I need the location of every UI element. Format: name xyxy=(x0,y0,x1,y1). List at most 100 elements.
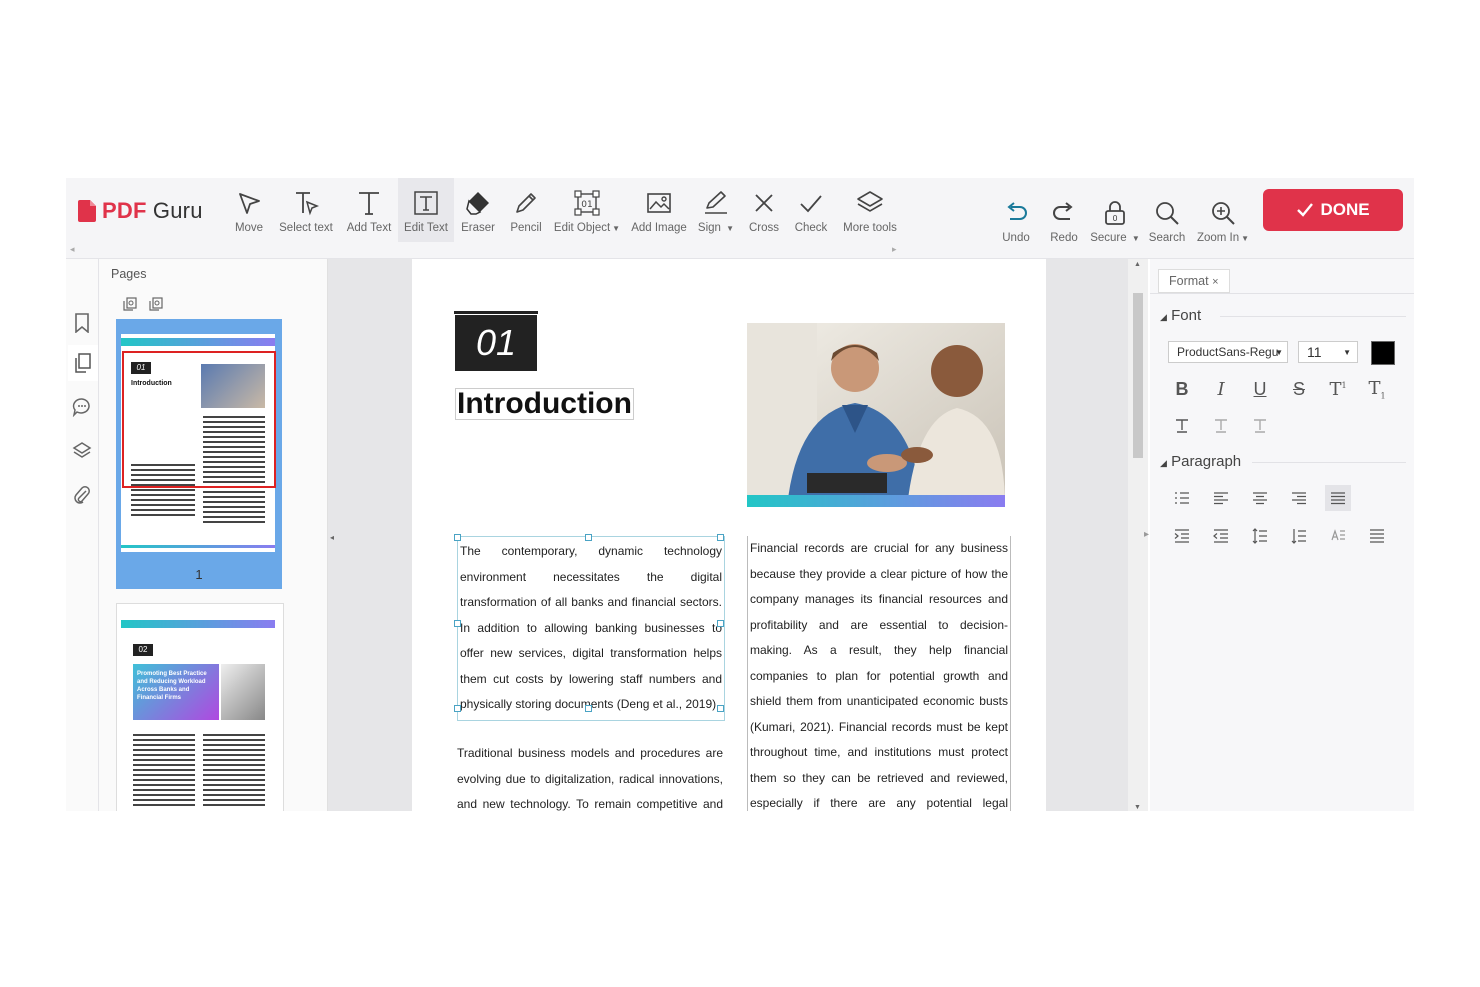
edit-text-tool[interactable]: Edit Text xyxy=(398,178,454,242)
pencil-tool[interactable]: Pencil xyxy=(506,178,546,242)
text-bottom-icon xyxy=(1254,419,1266,433)
canvas-scrollbar-thumb[interactable] xyxy=(1133,293,1143,458)
add-text-label: Add Text xyxy=(346,222,392,234)
toolbar-scroll-right-icon[interactable]: ▸ xyxy=(892,244,897,255)
underline-icon: U xyxy=(1253,378,1267,399)
add-text-tool[interactable]: Add Text xyxy=(343,178,395,242)
align-center-button[interactable] xyxy=(1247,485,1273,511)
scroll-up-icon[interactable]: ▲ xyxy=(1134,261,1141,268)
edit-object-tool[interactable]: 01 Edit Object ▼ xyxy=(552,178,622,242)
logo-guru: Guru xyxy=(152,198,203,223)
indent-decrease-button[interactable] xyxy=(1208,523,1234,549)
edit-text-icon xyxy=(414,191,438,215)
font-size-value: 11 xyxy=(1307,344,1322,360)
resize-handle[interactable] xyxy=(717,620,724,627)
character-spacing-button[interactable] xyxy=(1325,523,1351,549)
collapse-pages-icon[interactable]: ◂ xyxy=(330,533,334,542)
text-top-icon xyxy=(1215,419,1227,433)
superscript-button[interactable]: T1 xyxy=(1325,376,1351,402)
copy-page-icon[interactable] xyxy=(123,297,137,311)
resize-handle[interactable] xyxy=(454,705,461,712)
pages-icon[interactable] xyxy=(68,345,98,381)
bold-button[interactable]: B xyxy=(1169,376,1195,402)
section-number[interactable]: 01 xyxy=(454,311,538,372)
layers-icon[interactable] xyxy=(70,439,94,463)
search-label: Search xyxy=(1148,232,1186,244)
resize-handle[interactable] xyxy=(717,534,724,541)
zoom-in-button[interactable]: Zoom In ▼ xyxy=(1196,190,1250,252)
add-image-tool[interactable]: Add Image xyxy=(628,178,690,242)
toolbar-scroll-left-icon[interactable]: ◂ xyxy=(70,244,75,255)
secure-button[interactable]: 0 Secure ▼ xyxy=(1090,190,1140,252)
select-text-icon xyxy=(296,192,320,216)
font-section-label: Font xyxy=(1171,307,1202,324)
paragraph-section-title[interactable]: ◢ Paragraph xyxy=(1160,453,1241,470)
undo-icon xyxy=(1007,202,1027,220)
bold-icon: B xyxy=(1175,378,1189,399)
close-icon[interactable]: × xyxy=(1212,276,1218,288)
section-heading[interactable]: Introduction xyxy=(455,388,634,420)
subscript-button[interactable]: T1 xyxy=(1364,376,1390,402)
align-right-icon xyxy=(1292,492,1306,505)
more-tools-button[interactable]: More tools xyxy=(839,178,901,242)
pages-title: Pages xyxy=(111,267,147,281)
thumbnail-badge: 02 xyxy=(133,644,153,656)
page-thumbnail-1[interactable]: 01 Introduction 1 xyxy=(116,319,282,589)
paragraph-2[interactable]: Traditional business models and procedur… xyxy=(457,741,723,811)
search-button[interactable]: Search xyxy=(1146,190,1188,252)
strikethrough-button[interactable]: S xyxy=(1286,376,1312,402)
business-photo[interactable] xyxy=(747,323,1005,507)
format-tab[interactable]: Format × xyxy=(1158,269,1230,293)
check-tool[interactable]: Check xyxy=(792,178,830,242)
extract-page-icon[interactable] xyxy=(149,297,163,311)
sign-tool[interactable]: Sign ▼ xyxy=(694,178,738,242)
text-direction-button[interactable] xyxy=(1364,523,1390,549)
subscript-icon: T1 xyxy=(1368,377,1386,401)
image-icon xyxy=(647,193,671,213)
resize-handle[interactable] xyxy=(454,534,461,541)
resize-handle[interactable] xyxy=(585,705,592,712)
cross-tool[interactable]: Cross xyxy=(744,178,784,242)
eraser-label: Eraser xyxy=(461,222,495,234)
eraser-tool[interactable]: Eraser xyxy=(457,178,499,242)
font-family-select[interactable]: ProductSans-Regu ▼ xyxy=(1168,341,1288,363)
numbered-list-button[interactable] xyxy=(1169,485,1195,511)
paragraph-3[interactable]: Financial records are crucial for any bu… xyxy=(747,536,1011,811)
align-left-button[interactable] xyxy=(1208,485,1234,511)
collapse-triangle-icon: ◢ xyxy=(1160,458,1167,468)
select-text-tool[interactable]: Select text xyxy=(276,178,336,242)
align-right-button[interactable] xyxy=(1286,485,1312,511)
scroll-down-icon[interactable]: ▼ xyxy=(1134,804,1141,811)
underline-button[interactable]: U xyxy=(1247,376,1273,402)
undo-button[interactable]: Undo xyxy=(998,190,1034,252)
line-spacing-button[interactable] xyxy=(1247,523,1273,549)
baseline-button[interactable] xyxy=(1169,413,1195,439)
attachment-icon[interactable] xyxy=(70,483,94,507)
more-tools-label: More tools xyxy=(843,222,897,234)
expand-panel-icon[interactable]: ▸ xyxy=(1144,529,1149,540)
move-tool[interactable]: Move xyxy=(232,178,266,242)
resize-handle[interactable] xyxy=(585,534,592,541)
resize-handle[interactable] xyxy=(717,705,724,712)
italic-button[interactable]: I xyxy=(1208,376,1234,402)
paragraph-spacing-button[interactable] xyxy=(1286,523,1312,549)
page-tools xyxy=(123,297,163,311)
redo-icon xyxy=(1053,202,1073,220)
font-section-title[interactable]: ◢ Font xyxy=(1160,307,1201,324)
justify-button[interactable] xyxy=(1325,485,1351,511)
cross-icon xyxy=(755,194,773,212)
font-color-swatch[interactable] xyxy=(1371,341,1395,365)
paragraph-1[interactable]: The contemporary, dynamic technology env… xyxy=(457,536,725,721)
bookmark-icon[interactable] xyxy=(70,311,94,335)
text-top-button[interactable] xyxy=(1208,413,1234,439)
page-thumbnail-2[interactable]: 02 Promoting Best Practice and Reducing … xyxy=(116,603,284,811)
indent-increase-button[interactable] xyxy=(1169,523,1195,549)
done-button[interactable]: DONE xyxy=(1263,189,1403,231)
align-left-icon xyxy=(1214,492,1228,505)
redo-button[interactable]: Redo xyxy=(1046,190,1082,252)
font-size-select[interactable]: 11 ▼ xyxy=(1298,341,1358,363)
thumbnail-selection xyxy=(122,351,276,488)
resize-handle[interactable] xyxy=(454,620,461,627)
comments-icon[interactable] xyxy=(70,395,94,419)
text-bottom-button[interactable] xyxy=(1247,413,1273,439)
